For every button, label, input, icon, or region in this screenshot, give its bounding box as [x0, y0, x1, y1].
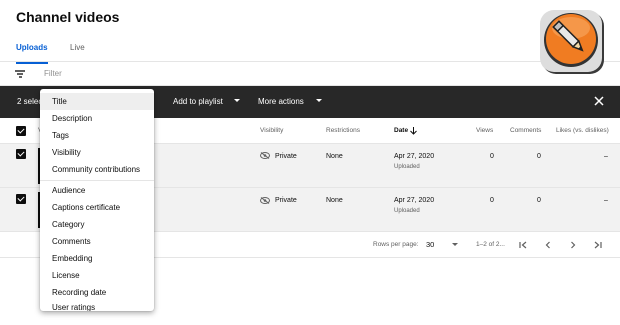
- eye-off-icon: [260, 197, 270, 204]
- menu-item-captions-certificate[interactable]: Captions certificate: [40, 199, 154, 216]
- menu-item-description[interactable]: Description: [40, 110, 154, 127]
- selected-count: 2 selec: [17, 97, 43, 106]
- row-likes: –: [604, 197, 608, 204]
- menu-item-title[interactable]: Title: [40, 93, 154, 110]
- menu-divider: [40, 180, 154, 181]
- menu-item-comments[interactable]: Comments: [40, 233, 154, 250]
- header-restrictions[interactable]: Restrictions: [326, 127, 360, 134]
- more-actions-button[interactable]: More actions: [258, 97, 304, 106]
- filter-icon[interactable]: [15, 70, 25, 78]
- menu-item-visibility[interactable]: Visibility: [40, 144, 154, 161]
- row-comments: 0: [537, 197, 541, 204]
- last-page-icon[interactable]: [592, 239, 604, 251]
- next-page-icon[interactable]: [567, 239, 579, 251]
- select-all-checkbox[interactable]: [16, 126, 26, 136]
- row-date: Apr 27, 2020: [394, 197, 435, 204]
- tab-live[interactable]: Live: [70, 43, 85, 63]
- row-date: Apr 27, 2020: [394, 153, 435, 160]
- menu-item-tags[interactable]: Tags: [40, 127, 154, 144]
- header-views[interactable]: Views: [476, 127, 493, 134]
- page-title: Channel videos: [16, 9, 120, 25]
- row-visibility[interactable]: Private: [275, 153, 297, 160]
- filter-options-menu: Title Description Tags Visibility Commun…: [40, 89, 154, 311]
- previous-page-icon[interactable]: [542, 239, 554, 251]
- tab-uploads[interactable]: Uploads: [16, 43, 48, 64]
- filter-bar: Filter: [0, 62, 620, 86]
- row-visibility[interactable]: Private: [275, 197, 297, 204]
- chevron-down-icon: [234, 99, 240, 102]
- filter-input[interactable]: Filter: [44, 69, 62, 78]
- rows-per-page-label: Rows per page:: [373, 241, 419, 248]
- first-page-icon[interactable]: [517, 239, 529, 251]
- menu-item-audience[interactable]: Audience: [40, 182, 154, 199]
- eye-off-icon: [260, 152, 270, 159]
- header-likes[interactable]: Likes (vs. dislikes): [556, 127, 609, 134]
- tabs-bar: Uploads Live: [0, 41, 620, 64]
- row-comments: 0: [537, 153, 541, 160]
- menu-item-embedding[interactable]: Embedding: [40, 250, 154, 267]
- header-comments[interactable]: Comments: [510, 127, 541, 134]
- rows-per-page-select[interactable]: 30: [426, 240, 434, 249]
- menu-item-license[interactable]: License: [40, 267, 154, 284]
- channel-videos-page: Channel videos Uploads Live Filter 2 sel…: [0, 0, 620, 325]
- menu-item-user-ratings[interactable]: User ratings: [40, 299, 154, 311]
- menu-item-community-contributions[interactable]: Community contributions: [40, 161, 154, 178]
- row-views: 0: [490, 197, 494, 204]
- row-restrictions: None: [326, 197, 343, 204]
- menu-item-category[interactable]: Category: [40, 216, 154, 233]
- row-views: 0: [490, 153, 494, 160]
- pagination-range: 1–2 of 2...: [476, 241, 505, 248]
- row-date-status: Uploaded: [394, 208, 420, 214]
- chevron-down-icon: [316, 99, 322, 102]
- row-checkbox[interactable]: [16, 149, 26, 159]
- chevron-down-icon[interactable]: [452, 243, 458, 246]
- row-date-status: Uploaded: [394, 164, 420, 170]
- close-icon[interactable]: [592, 95, 606, 109]
- header-date[interactable]: Date: [394, 127, 408, 134]
- add-to-playlist-button[interactable]: Add to playlist: [173, 97, 223, 106]
- row-restrictions: None: [326, 153, 343, 160]
- row-checkbox[interactable]: [16, 194, 26, 204]
- arrow-down-icon: [410, 127, 417, 135]
- header-visibility[interactable]: Visibility: [260, 127, 283, 134]
- row-likes: –: [604, 153, 608, 160]
- pencil-logo-icon: [540, 10, 604, 74]
